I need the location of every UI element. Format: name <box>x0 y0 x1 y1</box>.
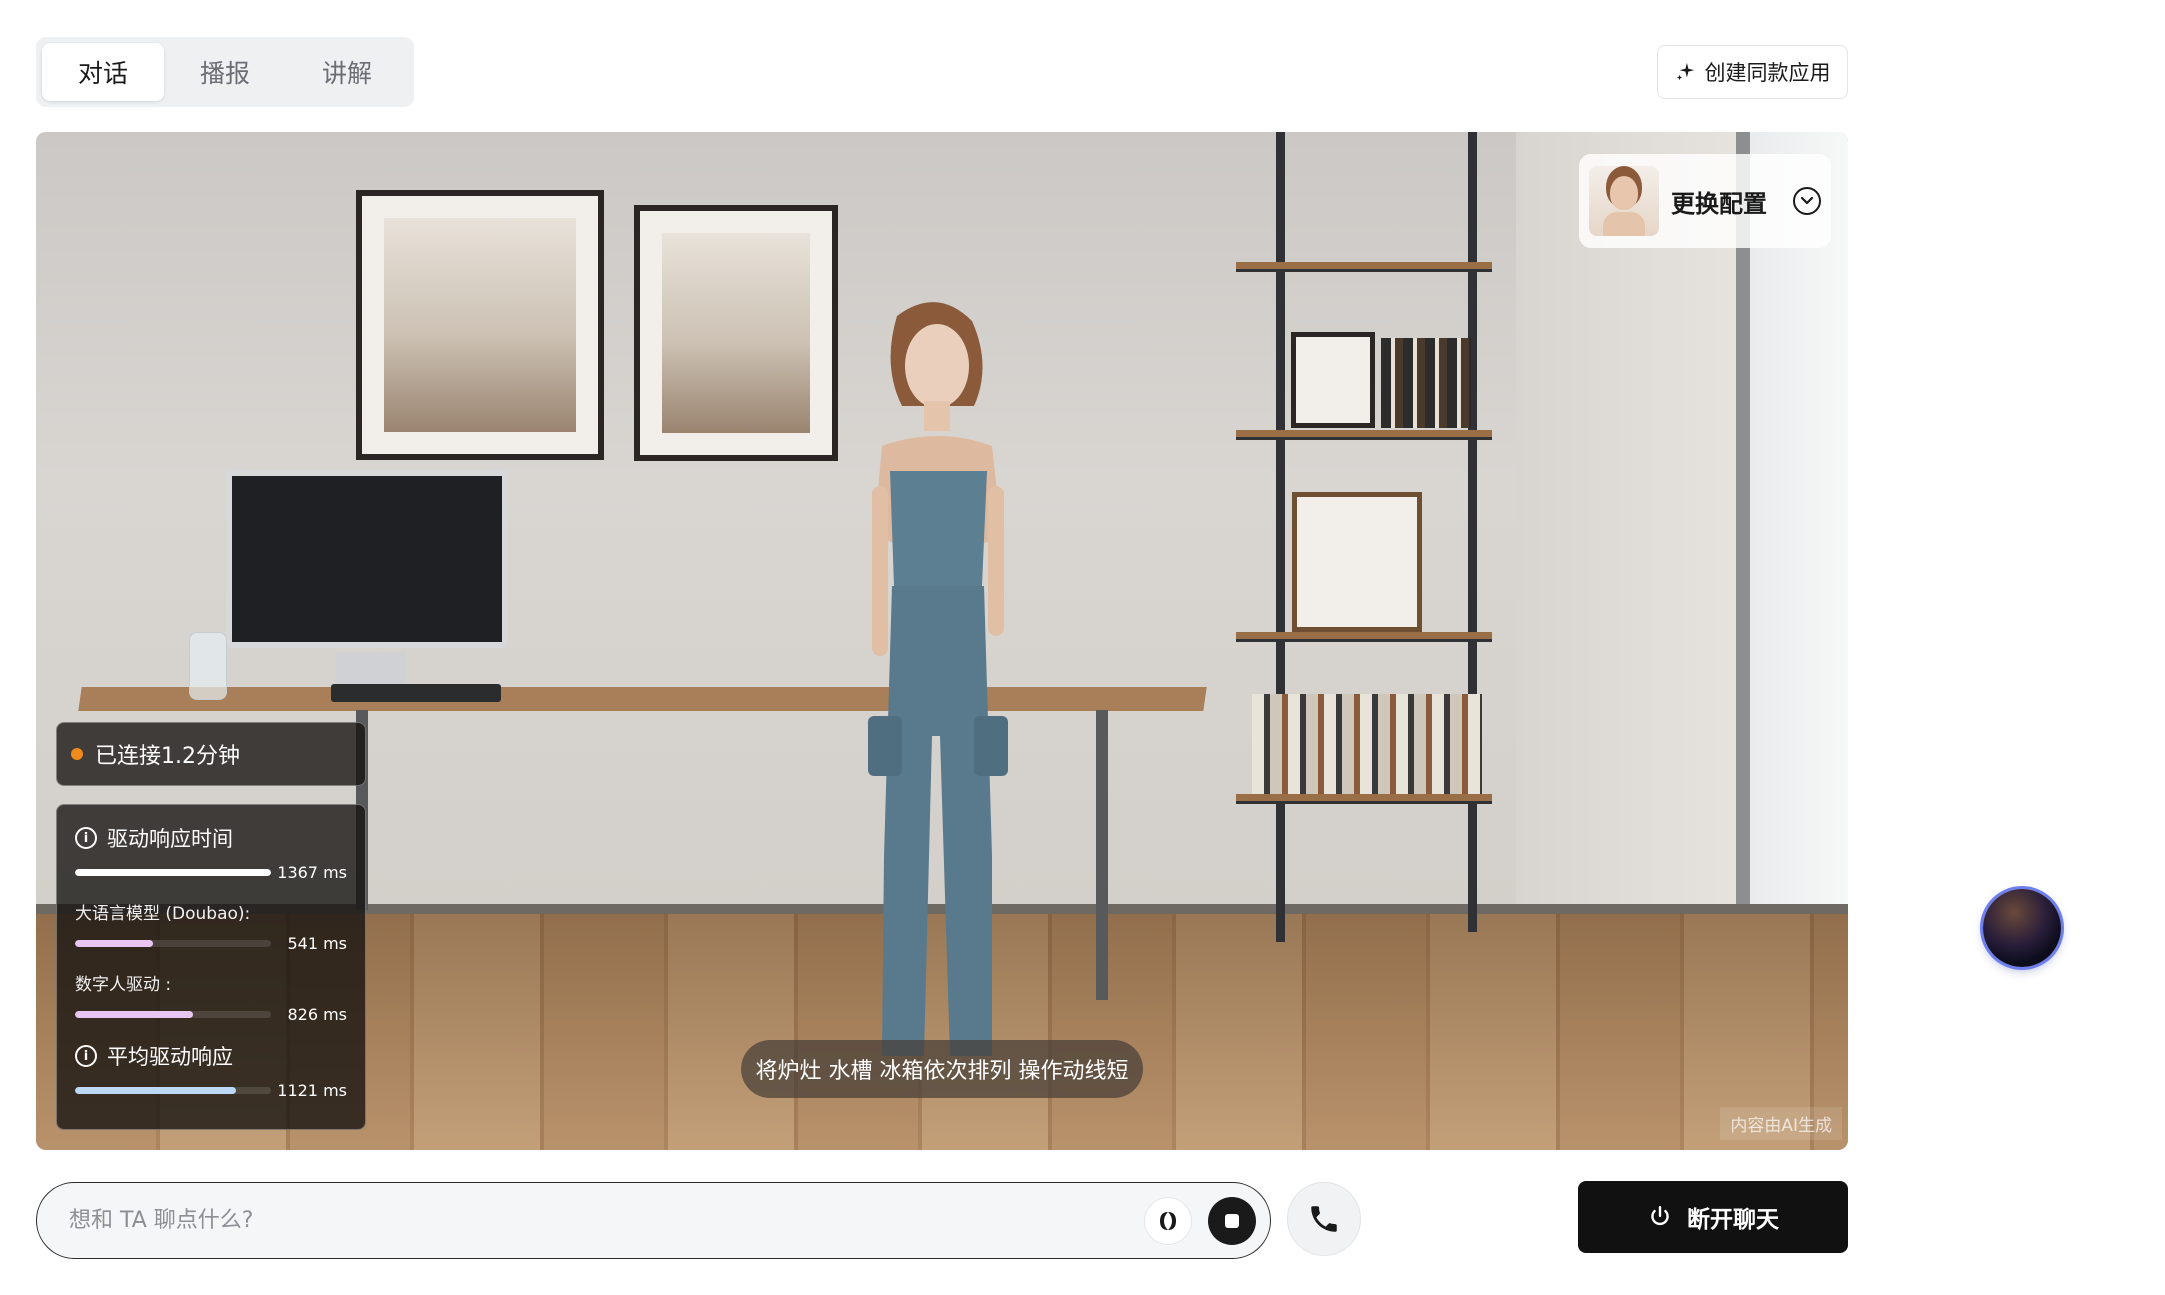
scene-pillar <box>1516 132 1736 932</box>
scene-window <box>1736 132 1848 912</box>
chat-input[interactable] <box>69 1208 1128 1233</box>
shelf-board <box>1236 430 1492 440</box>
power-icon <box>1651 1206 1669 1226</box>
wall-picture-right <box>634 205 838 461</box>
tab-explain[interactable]: 讲解 <box>286 43 408 101</box>
shelf-post <box>1468 132 1477 932</box>
floating-assistant-orb[interactable] <box>1983 889 2061 967</box>
ai-generated-watermark: 内容由AI生成 <box>1720 1107 1842 1140</box>
avatar-video-stage: 更换配置 已连接1.2分钟 i 驱动响应时间 1367 ms 大语言模型 (Do… <box>36 132 1848 1150</box>
phone-icon <box>1311 1206 1337 1232</box>
connection-status-dot <box>71 748 83 760</box>
chevron-down-icon <box>1793 187 1821 215</box>
tab-broadcast[interactable]: 播报 <box>164 43 286 101</box>
desk <box>78 687 1207 711</box>
shelf-frame <box>1291 332 1375 428</box>
avatar-drive-label: 数字人驱动 : <box>75 975 172 995</box>
avatar-drive-value: 826 ms <box>287 1004 347 1024</box>
shelf-books <box>1381 338 1471 428</box>
ai-assist-button[interactable] <box>1144 1196 1192 1245</box>
stop-button[interactable] <box>1208 1196 1256 1245</box>
ai-logo-icon <box>1160 1211 1176 1230</box>
wall-picture-left <box>356 190 604 460</box>
disconnect-chat-button[interactable]: 断开聊天 <box>1578 1181 1848 1253</box>
connection-status-panel: 已连接1.2分钟 <box>56 722 366 786</box>
shelf-board <box>1236 262 1492 272</box>
latency-stats-panel: i 驱动响应时间 1367 ms 大语言模型 (Doubao): 541 ms … <box>56 804 366 1130</box>
connection-status-text: 已连接1.2分钟 <box>95 744 240 769</box>
llm-label: 大语言模型 (Doubao): <box>75 904 251 924</box>
change-config-label: 更换配置 <box>1671 189 1767 218</box>
llm-value: 541 ms <box>287 933 347 953</box>
desk-monitor <box>226 470 508 648</box>
create-same-app-label: 创建同款应用 <box>1704 61 1831 85</box>
avatar-thumbnail <box>1589 166 1659 236</box>
info-icon[interactable]: i <box>75 1045 97 1067</box>
drive-response-label: 驱动响应时间 <box>107 827 233 851</box>
desk-leg <box>1096 710 1108 1000</box>
avg-drive-value: 1121 ms <box>277 1080 347 1100</box>
info-icon[interactable]: i <box>75 827 97 849</box>
mode-tabs: 对话 播报 讲解 <box>36 37 414 107</box>
shelf-frame-large <box>1292 492 1422 632</box>
shelf-board <box>1236 632 1492 642</box>
sparkle-icon <box>1676 62 1694 81</box>
avatar-drive-bar <box>75 1010 271 1018</box>
change-config-card[interactable]: 更换配置 <box>1579 154 1831 248</box>
tab-dialogue[interactable]: 对话 <box>42 43 164 101</box>
drive-response-bar-fill <box>75 868 271 876</box>
avg-drive-bar <box>75 1086 271 1094</box>
avg-drive-bar-fill <box>75 1086 236 1094</box>
stop-icon <box>1225 1213 1239 1228</box>
create-same-app-button[interactable]: 创建同款应用 <box>1657 45 1848 99</box>
monitor-stand <box>336 652 406 686</box>
drive-response-value: 1367 ms <box>277 862 347 882</box>
disconnect-chat-label: 断开聊天 <box>1687 1207 1779 1233</box>
desk-bottle <box>189 632 227 700</box>
drive-response-bar <box>75 868 271 876</box>
digital-human-avatar <box>868 302 1008 1056</box>
shelf-board <box>1236 794 1492 804</box>
avatar-drive-bar-fill <box>75 1010 194 1018</box>
avg-drive-label: 平均驱动响应 <box>107 1045 233 1069</box>
shelf-books-lower <box>1252 694 1482 794</box>
voice-call-button[interactable] <box>1287 1182 1361 1256</box>
llm-bar <box>75 939 271 947</box>
drive-response-heading: i 驱动响应时间 <box>75 823 347 853</box>
llm-bar-fill <box>75 939 153 947</box>
desk-keyboard <box>331 684 501 702</box>
speech-subtitle: 将炉灶 水槽 冰箱依次排列 操作动线短 <box>741 1040 1143 1098</box>
avg-drive-heading: i 平均驱动响应 <box>75 1041 347 1071</box>
shelf-post <box>1276 132 1285 942</box>
chat-input-bar <box>36 1182 1271 1259</box>
